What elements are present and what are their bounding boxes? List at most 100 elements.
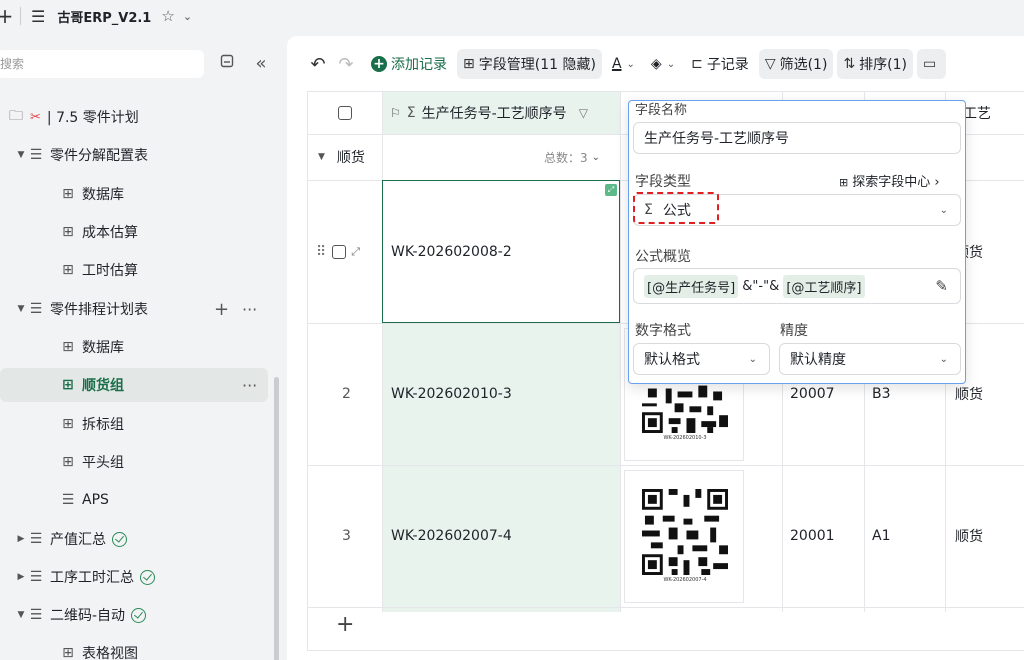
sub-record-icon: ⊏	[691, 56, 703, 72]
paint-bucket-icon: ◈	[650, 56, 662, 72]
redo-icon[interactable]: ↷	[333, 54, 359, 75]
tree-item-pingtou[interactable]: ⊞ 平头组	[60, 445, 124, 479]
tree-item-label: 零件分解配置表	[50, 148, 148, 164]
precision-select[interactable]: 默认精度 ⌄	[779, 343, 961, 375]
qr-caption: WK-202602010-3	[663, 435, 707, 441]
drag-handle-icon[interactable]: ⠿	[316, 244, 326, 260]
filter-icon: ▽	[764, 56, 776, 72]
tree-item-label: APS	[82, 492, 109, 508]
code-cell[interactable]: 20001	[790, 465, 835, 607]
add-row-icon: +	[336, 611, 355, 637]
add-record-label: 添加记录	[391, 57, 447, 73]
undo-icon[interactable]: ↶	[303, 54, 333, 75]
group-total-label: 总数：3	[544, 150, 588, 165]
expand-arrow-icon[interactable]: ▶	[14, 572, 28, 582]
more-icon[interactable]: ···	[242, 300, 257, 319]
fields-grid-icon: ⊞	[463, 56, 475, 72]
expand-arrow-icon[interactable]: ▼	[14, 150, 28, 160]
text-color-button[interactable]: A ⌄	[606, 49, 641, 79]
collapse-panel-icon[interactable]	[216, 52, 238, 76]
menu-icon[interactable]: ☰	[31, 7, 45, 26]
tree-item-grid-view[interactable]: ⊞ 表格视图	[60, 636, 138, 660]
tree-item-label: 工时估算	[82, 263, 138, 279]
field-name-label: 字段名称	[635, 103, 688, 118]
add-record-button[interactable]: + 添加记录	[365, 49, 453, 79]
highlight-annotation	[633, 192, 719, 224]
row-controls[interactable]: ⠿ ⤢	[316, 180, 360, 323]
expand-row-icon[interactable]: ⤢	[351, 245, 360, 259]
title-dropdown-icon[interactable]: ⌄	[183, 10, 192, 23]
tree-item-root[interactable]: 🗀 ✂ | 7.5 零件计划	[8, 100, 139, 134]
explore-field-center-link[interactable]: ⊞ 探索字段中心 ›	[839, 171, 940, 190]
expand-arrow-icon[interactable]: ▼	[14, 610, 28, 620]
spec-cell[interactable]: A1	[872, 465, 890, 607]
tree-item-shunhuo[interactable]: ⊞ 顺货组 ···	[0, 368, 268, 402]
sort-button[interactable]: ⇅ 排序(1)	[837, 49, 914, 79]
expand-cell-icon[interactable]: ⤢	[605, 184, 617, 196]
tree-item-qrcode[interactable]: ▼ ☰ 二维码-自动	[14, 598, 147, 632]
field-management-button[interactable]: ⊞ 字段管理(11 隐藏)	[457, 49, 602, 79]
new-tab-icon[interactable]: +	[0, 4, 14, 28]
chevron-down-icon: ⌄	[626, 58, 635, 70]
folder-icon: 🗀	[9, 108, 23, 124]
task-cell[interactable]: WK-202602007-4	[391, 465, 512, 607]
qr-code-image[interactable]: WK-202602007-4	[624, 470, 744, 603]
code-value: 20007	[790, 386, 835, 402]
table-icon: ⊞	[62, 454, 74, 470]
task-cell[interactable]: WK-202602010-3	[391, 323, 512, 465]
row-checkbox[interactable]	[332, 244, 347, 259]
column-header-task[interactable]: ⚐ Σ 生产任务号-工艺顺序号 ▽	[390, 92, 614, 134]
tree-item-schedule[interactable]: ▼ ☰ 零件排程计划表 + ···	[14, 292, 266, 326]
tree-item-output-summary[interactable]: ▶ ☰ 产值汇总	[14, 522, 127, 556]
edit-pencil-icon[interactable]: ✎	[935, 277, 948, 295]
sort-icon: ⇅	[843, 56, 856, 72]
task-cell[interactable]: WK-202602008-2	[391, 180, 512, 323]
tree-item-cost-estimate[interactable]: ⊞ 成本估算	[60, 215, 138, 249]
group-icon: ▭	[923, 56, 937, 72]
formula-editor[interactable]: [@生产任务号] &"-"& [@工艺顺序] ✎	[633, 268, 961, 304]
tree-item-database[interactable]: ⊞ 数据库	[60, 177, 124, 211]
select-all-checkbox[interactable]	[338, 92, 358, 134]
table-icon: ⊞	[62, 224, 74, 240]
table-icon: ⊞	[62, 645, 74, 660]
tree-item-process-hours[interactable]: ▶ ☰ 工序工时汇总	[14, 560, 155, 594]
expand-arrow-icon[interactable]: ▼	[14, 304, 28, 314]
sub-record-button[interactable]: ⊏ 子记录	[685, 49, 755, 79]
more-icon[interactable]: ···	[242, 376, 257, 395]
collapse-sidebar-icon[interactable]: «	[250, 52, 272, 76]
sidebar-scrollbar[interactable]	[274, 377, 279, 660]
filter-icon: ▽	[578, 106, 588, 120]
tree-item-chaibiao[interactable]: ⊞ 拆标组	[60, 407, 124, 441]
field-name-input[interactable]: 生产任务号-工艺顺序号	[633, 122, 961, 154]
number-format-select[interactable]: 默认格式 ⌄	[633, 343, 770, 375]
tree-item-label: 顺货组	[82, 378, 124, 394]
tree-item-label: | 7.5 零件计划	[46, 110, 139, 126]
add-row-button[interactable]: +	[336, 607, 354, 641]
group-header[interactable]: ▼ 顺货	[318, 134, 365, 180]
plus-circle-icon: +	[371, 56, 387, 72]
star-icon[interactable]: ☆	[161, 7, 174, 25]
tree-item-parts-config[interactable]: ▼ ☰ 零件分解配置表	[14, 138, 148, 172]
row-number: 2	[342, 323, 351, 465]
field-settings-popup: 字段名称 生产任务号-工艺顺序号 字段类型 ⊞ 探索字段中心 › Σ 公式 ⌄ 公…	[628, 100, 966, 384]
filter-button[interactable]: ▽ 筛选(1)	[758, 49, 834, 79]
table-icon: ⊞	[62, 186, 74, 202]
row-number: 3	[342, 465, 351, 607]
process-cell[interactable]: 顺货	[955, 465, 983, 607]
tree-item-aps[interactable]: ☰ APS	[60, 483, 109, 517]
column-divider	[620, 92, 621, 612]
add-icon[interactable]: +	[214, 299, 229, 320]
tree-item-hours-estimate[interactable]: ⊞ 工时估算	[60, 253, 138, 287]
expand-arrow-icon[interactable]: ▼	[318, 152, 325, 162]
group-total[interactable]: 总数：3 ⌄	[544, 134, 600, 180]
expand-arrow-icon[interactable]: ▶	[14, 534, 28, 544]
formula-field-token: [@工艺顺序]	[783, 274, 865, 298]
table-icon: ⊞	[62, 416, 74, 432]
row-divider	[308, 607, 1024, 608]
tree-item-database-2[interactable]: ⊞ 数据库	[60, 330, 124, 364]
top-bar: + ☰ 古哥ERP_V2.1 ☆ ⌄	[0, 0, 1024, 32]
group-button[interactable]: ▭	[917, 49, 947, 79]
process-value: 顺货	[955, 529, 983, 545]
fill-color-button[interactable]: ◈ ⌄	[645, 49, 681, 79]
search-input[interactable]: 搜索	[0, 50, 204, 78]
